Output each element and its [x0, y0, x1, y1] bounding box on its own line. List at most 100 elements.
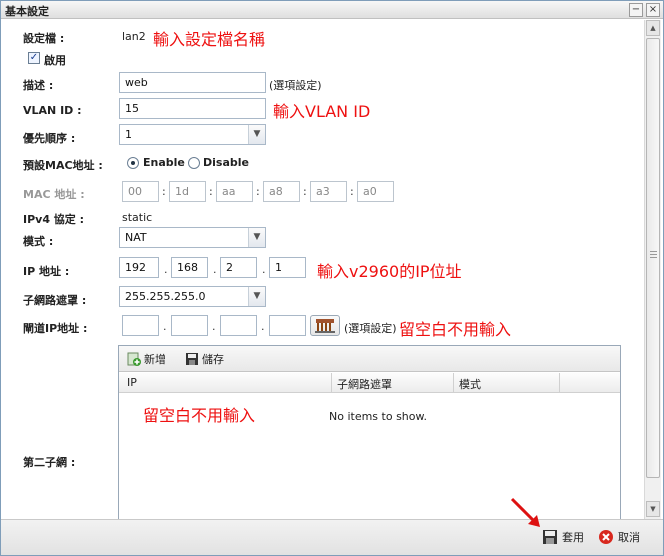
priority-label: 優先順序 :	[23, 132, 76, 145]
chevron-down-icon: ▼	[248, 228, 265, 247]
default-mac-disable-label: Disable	[203, 156, 249, 169]
cancel-icon	[599, 530, 613, 544]
dialog-title: 基本設定	[5, 5, 49, 18]
mac-separator: :	[209, 185, 213, 198]
scroll-up-button[interactable]: ▲	[646, 20, 660, 36]
ipv4-protocol-value: static	[122, 211, 153, 224]
save-icon	[186, 353, 198, 365]
column-header-ip[interactable]: IP	[127, 376, 137, 389]
second-subnet-grid: 新增 儲存 IP 子網路遮罩 模式 No items to show. 留空白不…	[118, 345, 621, 519]
ip-octet-2-input[interactable]: 168	[171, 257, 208, 278]
ip-separator: .	[164, 263, 168, 276]
gateway-separator: .	[212, 320, 216, 333]
add-button-label: 新增	[144, 353, 166, 366]
dialog-footer: 套用 取消	[1, 497, 663, 555]
enable-checkbox[interactable]: ✓	[28, 52, 40, 64]
add-button[interactable]: 新增	[127, 351, 166, 367]
second-subnet-label: 第二子網 :	[23, 456, 76, 469]
ip-address-annotation: 輸入v2960的IP位址	[317, 262, 462, 281]
red-arrow-icon	[510, 497, 540, 527]
mac-octet-1: 00	[122, 181, 159, 202]
gateway-octet-3-input[interactable]	[220, 315, 257, 336]
gateway-picker-button[interactable]	[310, 315, 340, 336]
mac-octet-6: a0	[357, 181, 394, 202]
subnet-mask-selected-value: 255.255.255.0	[125, 290, 206, 303]
vlan-id-input[interactable]: 15	[119, 98, 266, 119]
mac-octet-5: a3	[310, 181, 347, 202]
scrollbar-grip	[650, 254, 657, 255]
ip-address-label: IP 地址 :	[23, 265, 70, 278]
mac-octet-2: 1d	[169, 181, 206, 202]
config-file-label: 設定檔 :	[23, 32, 65, 45]
save-button-label: 儲存	[202, 353, 224, 366]
cancel-button[interactable]: 取消	[598, 529, 640, 545]
save-icon	[543, 530, 557, 544]
gateway-ip-label: 閘道IP地址 :	[23, 322, 88, 335]
subnet-mask-select[interactable]: 255.255.255.0 ▼	[119, 286, 266, 307]
vlan-id-label: VLAN ID :	[23, 104, 82, 117]
grid-empty-message: No items to show.	[329, 410, 427, 423]
gateway-optional-hint: (選項設定)	[344, 322, 397, 335]
default-mac-enable-radio[interactable]	[127, 157, 139, 169]
save-button[interactable]: 儲存	[185, 351, 224, 367]
column-divider	[331, 373, 332, 393]
ip-octet-3-input[interactable]: 2	[220, 257, 257, 278]
gateway-octet-1-input[interactable]	[122, 315, 159, 336]
gateway-annotation: 留空白不用輸入	[399, 320, 512, 339]
dialog-titlebar: 基本設定 − ×	[1, 1, 663, 19]
vertical-scrollbar[interactable]: ▲ ▼	[644, 20, 661, 519]
dialog-content: 設定檔 : lan2 輸入設定檔名稱 ✓ 啟用 描述 : web (選項設定) …	[1, 20, 644, 519]
close-button[interactable]: ×	[646, 3, 660, 17]
mac-octet-4: a8	[263, 181, 300, 202]
default-mac-label: 預設MAC地址 :	[23, 159, 103, 172]
column-divider	[559, 373, 560, 393]
add-icon	[127, 352, 141, 366]
apply-button-label: 套用	[562, 531, 584, 544]
ip-separator: .	[262, 263, 266, 276]
scrollbar-grip	[650, 257, 657, 258]
config-file-value: lan2	[122, 30, 146, 43]
priority-select[interactable]: 1 ▼	[119, 124, 266, 145]
cancel-button-label: 取消	[618, 531, 640, 544]
mode-label: 模式 :	[23, 235, 54, 248]
grid-header-row: IP 子網路遮罩 模式	[119, 373, 620, 393]
subnet-mask-label: 子網路遮罩 :	[23, 294, 87, 307]
mac-separator: :	[350, 185, 354, 198]
mode-select[interactable]: NAT ▼	[119, 227, 266, 248]
gateway-octet-2-input[interactable]	[171, 315, 208, 336]
second-subnet-annotation: 留空白不用輸入	[143, 406, 256, 425]
description-label: 描述 :	[23, 79, 54, 92]
network-icon	[315, 319, 335, 333]
chevron-down-icon: ▼	[248, 125, 265, 144]
mac-octet-3: aa	[216, 181, 253, 202]
scrollbar-thumb[interactable]	[646, 38, 660, 478]
ipv4-protocol-label: IPv4 協定 :	[23, 213, 85, 226]
description-input[interactable]: web	[119, 72, 266, 93]
default-mac-disable-radio[interactable]	[188, 157, 200, 169]
chevron-down-icon: ▼	[248, 287, 265, 306]
ip-octet-4-input[interactable]: 1	[269, 257, 306, 278]
grid-toolbar: 新增 儲存	[119, 346, 620, 372]
mode-selected-value: NAT	[125, 231, 147, 244]
vlan-id-annotation: 輸入VLAN ID	[273, 102, 371, 121]
ip-separator: .	[213, 263, 217, 276]
gateway-separator: .	[261, 320, 265, 333]
config-file-annotation: 輸入設定檔名稱	[153, 30, 266, 49]
scroll-down-button[interactable]: ▼	[646, 501, 660, 517]
priority-selected-value: 1	[125, 128, 132, 141]
gateway-separator: .	[163, 320, 167, 333]
column-header-subnet-mask[interactable]: 子網路遮罩	[337, 376, 392, 392]
basic-settings-dialog: 基本設定 − × 設定檔 : lan2 輸入設定檔名稱 ✓ 啟用 描述 : we…	[0, 0, 664, 556]
ip-octet-1-input[interactable]: 192	[119, 257, 159, 278]
mac-address-label: MAC 地址 :	[23, 188, 85, 201]
mac-separator: :	[162, 185, 166, 198]
description-optional-hint: (選項設定)	[269, 79, 322, 92]
apply-button[interactable]: 套用	[542, 529, 584, 545]
mac-separator: :	[256, 185, 260, 198]
column-header-mode[interactable]: 模式	[459, 376, 481, 392]
gateway-octet-4-input[interactable]	[269, 315, 306, 336]
mac-separator: :	[303, 185, 307, 198]
scrollbar-grip	[650, 251, 657, 252]
enable-checkbox-label: 啟用	[44, 54, 66, 67]
minimize-button[interactable]: −	[629, 3, 643, 17]
